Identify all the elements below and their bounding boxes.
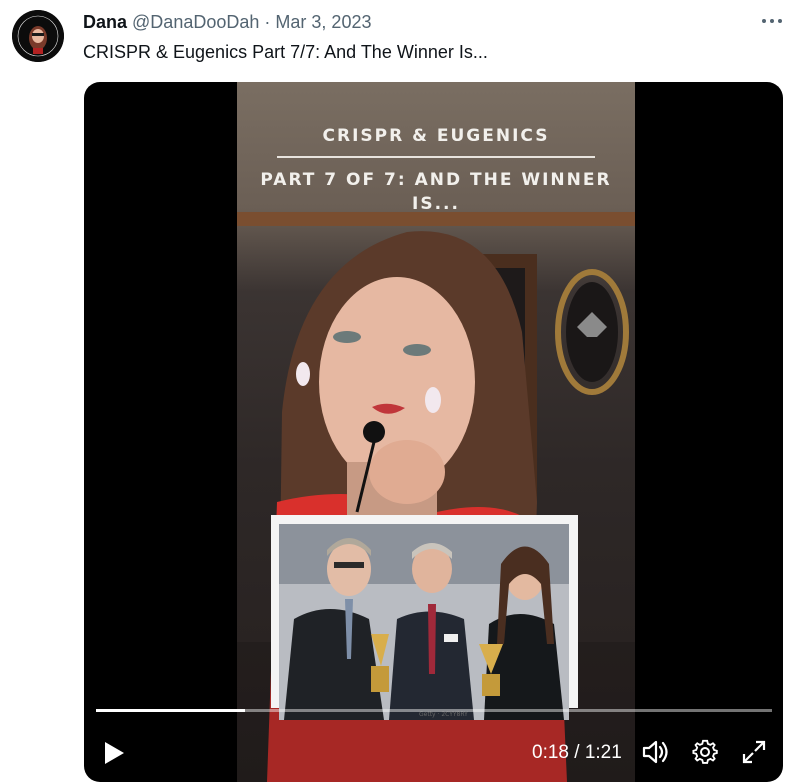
- header-separator: ·: [264, 12, 271, 32]
- inset-photo-image: Getty · 2CYY8RY: [279, 524, 569, 720]
- more-options-button[interactable]: [756, 8, 788, 34]
- progress-bar-fill: [96, 709, 245, 712]
- fullscreen-button[interactable]: [741, 739, 767, 770]
- video-frame[interactable]: CRISPR & EUGENICS PART 7 OF 7: AND THE W…: [237, 82, 635, 782]
- author-name[interactable]: Dana: [83, 12, 127, 32]
- current-time: 0:18: [532, 742, 569, 763]
- avatar-image: [12, 10, 64, 62]
- video-title-overlay: CRISPR & EUGENICS PART 7 OF 7: AND THE W…: [237, 124, 635, 216]
- more-horizontal-icon: [762, 19, 782, 23]
- overlay-divider: [277, 156, 595, 158]
- expand-fullscreen-icon: [742, 740, 766, 764]
- video-player[interactable]: CRISPR & EUGENICS PART 7 OF 7: AND THE W…: [84, 82, 783, 782]
- volume-icon: [642, 740, 668, 764]
- duration: 1:21: [584, 742, 622, 763]
- award-photo-scene: Getty · 2CYY8RY: [279, 524, 569, 720]
- overlay-subtitle: PART 7 OF 7: AND THE WINNER IS...: [260, 170, 612, 214]
- author-handle[interactable]: @DanaDooDah: [132, 12, 259, 32]
- overlay-title: CRISPR & EUGENICS: [322, 126, 550, 146]
- tweet-text: CRISPR & Eugenics Part 7/7: And The Winn…: [83, 42, 488, 62]
- progress-bar[interactable]: [96, 709, 772, 712]
- time-display: 0:18 / 1:21: [532, 742, 622, 764]
- play-button[interactable]: [102, 740, 126, 771]
- tweet-header: Dana @DanaDooDah · Mar 3, 2023: [83, 11, 371, 33]
- avatar[interactable]: [12, 10, 64, 62]
- tweet-date[interactable]: Mar 3, 2023: [275, 12, 371, 32]
- inset-photo: Getty · 2CYY8RY: [271, 515, 578, 720]
- settings-button[interactable]: [692, 739, 718, 770]
- time-separator: /: [574, 742, 580, 763]
- volume-button[interactable]: [642, 739, 670, 770]
- play-icon: [105, 742, 124, 764]
- video-controls: 0:18 / 1:21: [84, 702, 783, 782]
- settings-gear-icon: [692, 739, 718, 764]
